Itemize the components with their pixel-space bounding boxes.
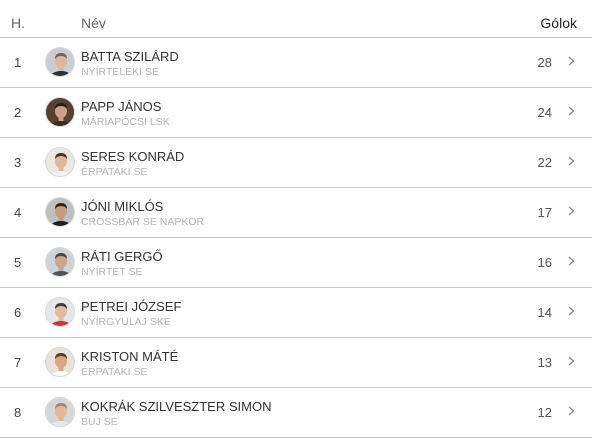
- table-row[interactable]: 4 JÓNI MIKLÓS CROSSBAR SE NAPKOR 17: [0, 188, 592, 238]
- player-name: PETREI JÓZSEF: [81, 299, 182, 314]
- name-column-header: Név: [81, 15, 106, 31]
- chevron-right-icon[interactable]: [565, 154, 577, 168]
- player-goals: 13: [537, 355, 552, 370]
- player-goals: 24: [537, 105, 552, 120]
- player-rank: 3: [14, 155, 22, 170]
- table-row[interactable]: 6 PETREI JÓZSEF NYÍRGYULAJ SKE 14: [0, 288, 592, 338]
- table-row[interactable]: 7 KRISTON MÁTÉ ÉRPATAKI SE 13: [0, 338, 592, 388]
- player-team: CROSSBAR SE NAPKOR: [81, 216, 205, 228]
- table-row[interactable]: 5 RÁTI GERGŐ NYÍRTÉT SE 16: [0, 238, 592, 288]
- chevron-right-icon[interactable]: [565, 254, 577, 268]
- player-name: KRISTON MÁTÉ: [81, 349, 179, 364]
- player-rank: 7: [14, 355, 22, 370]
- player-avatar: [45, 247, 75, 277]
- player-rank: 8: [14, 405, 22, 420]
- player-avatar: [45, 197, 75, 227]
- chevron-right-icon[interactable]: [565, 54, 577, 68]
- player-team: MÁRIAPÓCSI LSK: [81, 116, 170, 128]
- player-rank: 6: [14, 305, 22, 320]
- table-row[interactable]: 3 SERES KONRÁD ÉRPATAKI SE 22: [0, 138, 592, 188]
- top-scorers-table: H. Név Gólok 1 BATTA SZILÁRD NYÍRTELEKI SE…: [0, 0, 592, 438]
- player-name: RÁTI GERGŐ: [81, 249, 163, 264]
- player-goals: 12: [537, 405, 552, 420]
- player-avatar: [45, 147, 75, 177]
- chevron-right-icon[interactable]: [565, 404, 577, 418]
- player-name: JÓNI MIKLÓS: [81, 199, 164, 214]
- player-avatar: [45, 297, 75, 327]
- player-avatar: [45, 397, 75, 427]
- player-goals: 28: [537, 55, 552, 70]
- rank-column-header: H.: [11, 15, 25, 31]
- goals-column-header: Gólok: [540, 15, 577, 31]
- player-rank: 5: [14, 255, 22, 270]
- chevron-right-icon[interactable]: [565, 204, 577, 218]
- player-team: NYÍRTELEKI SE: [81, 66, 160, 78]
- player-goals: 14: [537, 305, 552, 320]
- table-body: 1 BATTA SZILÁRD NYÍRTELEKI SE 28 2 PAPP JÁNOS…: [0, 38, 592, 438]
- player-name: SERES KONRÁD: [81, 149, 185, 164]
- player-team: ÉRPATAKI SE: [81, 366, 148, 378]
- player-team: NYÍRGYULAJ SKE: [81, 316, 171, 328]
- player-goals: 17: [537, 205, 552, 220]
- table-row[interactable]: 2 PAPP JÁNOS MÁRIAPÓCSI LSK 24: [0, 88, 592, 138]
- chevron-right-icon[interactable]: [565, 104, 577, 118]
- chevron-right-icon[interactable]: [565, 354, 577, 368]
- player-rank: 2: [14, 105, 22, 120]
- chevron-right-icon[interactable]: [565, 304, 577, 318]
- player-avatar: [45, 347, 75, 377]
- player-avatar: [45, 97, 75, 127]
- player-goals: 16: [537, 255, 552, 270]
- table-row[interactable]: 8 KOKRÁK SZILVESZTER SIMON BUJ SE 12: [0, 388, 592, 438]
- player-team: BUJ SE: [81, 416, 118, 428]
- player-goals: 22: [537, 155, 552, 170]
- table-row[interactable]: 1 BATTA SZILÁRD NYÍRTELEKI SE 28: [0, 38, 592, 88]
- player-team: ÉRPATAKI SE: [81, 166, 148, 178]
- player-avatar: [45, 47, 75, 77]
- table-header: H. Név Gólok: [0, 0, 592, 38]
- player-name: KOKRÁK SZILVESZTER SIMON: [81, 399, 272, 414]
- player-rank: 1: [14, 55, 22, 70]
- player-rank: 4: [14, 205, 22, 220]
- player-name: PAPP JÁNOS: [81, 99, 162, 114]
- player-name: BATTA SZILÁRD: [81, 49, 179, 64]
- player-team: NYÍRTÉT SE: [81, 266, 143, 278]
